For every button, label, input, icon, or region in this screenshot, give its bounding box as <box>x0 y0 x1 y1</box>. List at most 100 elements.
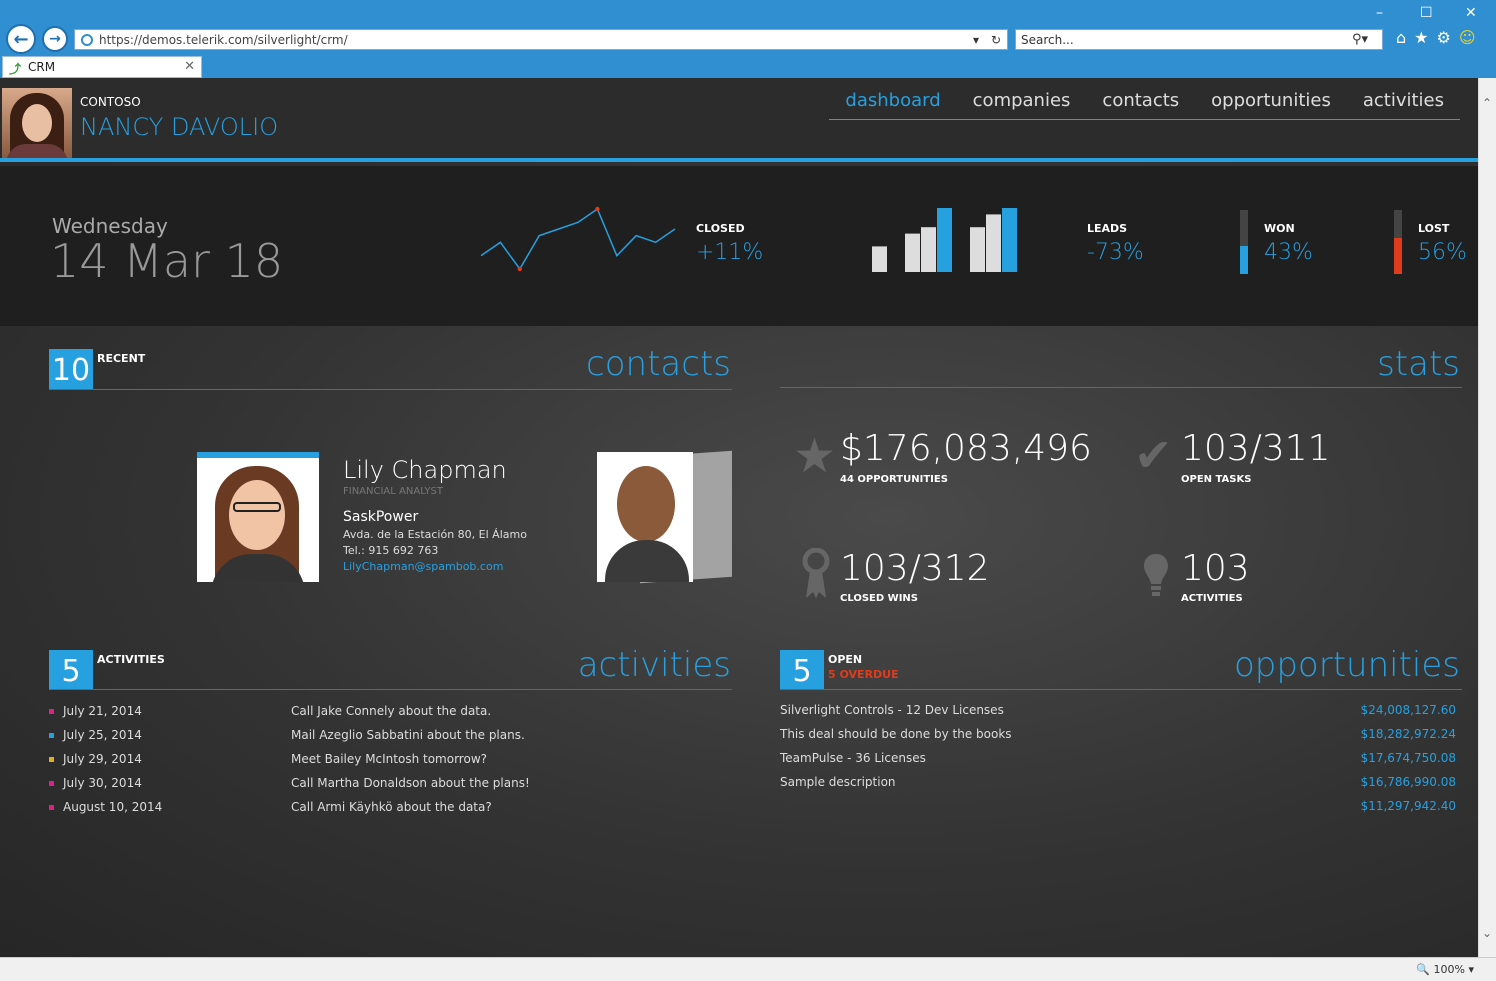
lost-gauge <box>1394 210 1402 274</box>
activities-count: 5 <box>49 650 93 690</box>
scroll-down-icon[interactable]: ⌄ <box>1482 926 1492 940</box>
ie-icon <box>81 33 93 46</box>
activity-bullet <box>49 709 54 714</box>
opportunity-row[interactable]: Sample description $16,786,990.08 <box>780 775 1456 795</box>
opportunity-name: Silverlight Controls - 12 Dev Licenses <box>780 703 1004 717</box>
activity-row[interactable]: July 29, 2014 Meet Bailey McIntosh tomor… <box>49 752 729 772</box>
activity-bullet <box>49 781 54 786</box>
contact-email[interactable]: LilyChapman@spambob.com <box>343 560 503 573</box>
search-placeholder: Search... <box>1021 32 1074 47</box>
nav-activities[interactable]: activities <box>1347 90 1460 119</box>
overdue-badge: 5 OVERDUE <box>828 668 899 681</box>
opportunities-title[interactable]: opportunities <box>1234 645 1460 685</box>
contact-photo[interactable] <box>197 452 319 582</box>
won-label: WON <box>1264 222 1295 235</box>
favorites-star-icon[interactable]: ★ <box>1414 28 1428 47</box>
opportunity-value: $11,297,942.40 <box>1360 799 1456 813</box>
forward-button[interactable]: → <box>42 26 68 52</box>
leads-bar-chart <box>872 208 1017 272</box>
nav-dashboard[interactable]: dashboard <box>829 90 956 119</box>
stat-opportunities-value: $176,083,496 <box>840 428 1092 469</box>
back-button[interactable]: ← <box>6 24 36 54</box>
settings-gear-icon[interactable]: ⚙ <box>1437 28 1451 47</box>
opportunity-value: $17,674,750.08 <box>1360 751 1456 765</box>
zoom-value[interactable]: 100% <box>1434 963 1465 976</box>
app-header: CONTOSO NANCY DAVOLIO dashboard companie… <box>0 78 1478 162</box>
opportunity-name: This deal should be done by the books <box>780 727 1012 741</box>
activity-bullet <box>49 805 54 810</box>
tab-close-icon[interactable]: ✕ <box>184 59 195 74</box>
stat-wins-label: CLOSED WINS <box>840 593 918 604</box>
smiley-icon[interactable]: ☺ <box>1459 28 1476 47</box>
contact-card-next[interactable] <box>597 452 693 582</box>
dropdown-icon[interactable]: ▾ <box>973 33 979 47</box>
activities-label: ACTIVITIES <box>97 653 165 666</box>
vertical-scrollbar[interactable]: ⌃ ⌄ <box>1478 78 1496 957</box>
stat-tasks-value: 103/311 <box>1181 428 1331 469</box>
contacts-title[interactable]: contacts <box>586 344 731 384</box>
activity-row[interactable]: July 25, 2014 Mail Azeglio Sabbatini abo… <box>49 728 729 748</box>
lost-gauge-fill <box>1394 238 1402 274</box>
search-icon[interactable]: ⚲▾ <box>1352 32 1382 47</box>
nav-companies[interactable]: companies <box>957 90 1087 119</box>
activities-divider <box>49 689 732 690</box>
leads-value: -73% <box>1087 240 1144 265</box>
leads-bar <box>970 227 985 272</box>
stat-opportunities-label: 44 OPPORTUNITIES <box>840 474 948 485</box>
opportunities-count: 5 <box>780 650 824 690</box>
address-bar[interactable]: https://demos.telerik.com/silverlight/cr… <box>74 29 1008 50</box>
leads-bar <box>1002 208 1017 272</box>
opportunity-value: $16,786,990.08 <box>1360 775 1456 789</box>
stat-tasks-label: OPEN TASKS <box>1181 474 1252 485</box>
activity-row[interactable]: August 10, 2014 Call Armi Käyhkö about t… <box>49 800 729 820</box>
star-icon: ★ <box>793 428 837 484</box>
activity-row[interactable]: July 30, 2014 Call Martha Donaldson abou… <box>49 776 729 796</box>
browser-tab[interactable]: ⤴ CRM ✕ <box>2 56 202 78</box>
lost-value: 56% <box>1418 240 1467 265</box>
ribbon-icon <box>802 548 830 598</box>
closed-sparkline <box>480 206 676 272</box>
contact-name: Lily Chapman <box>343 456 507 484</box>
won-value: 43% <box>1264 240 1313 265</box>
status-bar: 🔍 100% ▾ <box>0 957 1496 981</box>
scroll-up-icon[interactable]: ⌃ <box>1482 96 1492 110</box>
opportunity-value: $24,008,127.60 <box>1360 703 1456 717</box>
opportunity-row[interactable]: This deal should be done by the books $1… <box>780 727 1456 747</box>
activity-bullet <box>49 757 54 762</box>
won-gauge-fill <box>1240 246 1248 274</box>
leads-bar <box>986 214 1001 272</box>
bulb-icon <box>1144 554 1168 596</box>
leads-bar <box>905 233 920 272</box>
opportunity-row[interactable]: Silverlight Controls - 12 Dev Licenses $… <box>780 703 1456 723</box>
activity-text: Call Armi Käyhkö about the data? <box>291 800 492 814</box>
opportunity-row[interactable]: $11,297,942.40 <box>780 799 1456 819</box>
zoom-level[interactable]: 🔍 100% ▾ <box>1416 963 1474 976</box>
sparkline-low-point <box>517 266 522 272</box>
stats-title[interactable]: stats <box>1377 344 1460 384</box>
stat-wins-value: 103/312 <box>840 548 990 589</box>
address-url[interactable]: https://demos.telerik.com/silverlight/cr… <box>99 33 967 47</box>
contact-role: FINANCIAL ANALYST <box>343 486 443 497</box>
close-window-icon[interactable]: ✕ <box>1465 5 1477 21</box>
home-icon[interactable]: ⌂ <box>1396 28 1406 47</box>
contact-address: Avda. de la Estación 80, El Álamo <box>343 528 527 541</box>
kpi-strip: Wednesday 14 Mar 18 CLOSED +11% LEADS -7… <box>0 166 1478 326</box>
search-input[interactable]: Search... ⚲▾ <box>1015 29 1383 50</box>
crm-app: CONTOSO NANCY DAVOLIO dashboard companie… <box>0 78 1478 957</box>
minimize-icon[interactable]: – <box>1376 5 1383 21</box>
stat-activities-label: ACTIVITIES <box>1181 593 1243 604</box>
closed-label: CLOSED <box>696 222 745 235</box>
opportunity-name: TeamPulse - 36 Licenses <box>780 751 926 765</box>
opportunity-row[interactable]: TeamPulse - 36 Licenses $17,674,750.08 <box>780 751 1456 771</box>
won-gauge <box>1240 210 1248 274</box>
maximize-icon[interactable]: ☐ <box>1420 5 1433 21</box>
sparkline-series <box>480 207 676 271</box>
nav-contacts[interactable]: contacts <box>1086 90 1195 119</box>
activity-row[interactable]: July 21, 2014 Call Jake Connely about th… <box>49 704 729 724</box>
company-name: CONTOSO <box>80 95 141 109</box>
activities-title[interactable]: activities <box>578 645 731 685</box>
opportunities-divider <box>780 689 1462 690</box>
nav-opportunities[interactable]: opportunities <box>1195 90 1347 119</box>
browser-chrome: ← → https://demos.telerik.com/silverligh… <box>0 0 1496 78</box>
refresh-icon[interactable]: ↻ <box>991 33 1001 47</box>
